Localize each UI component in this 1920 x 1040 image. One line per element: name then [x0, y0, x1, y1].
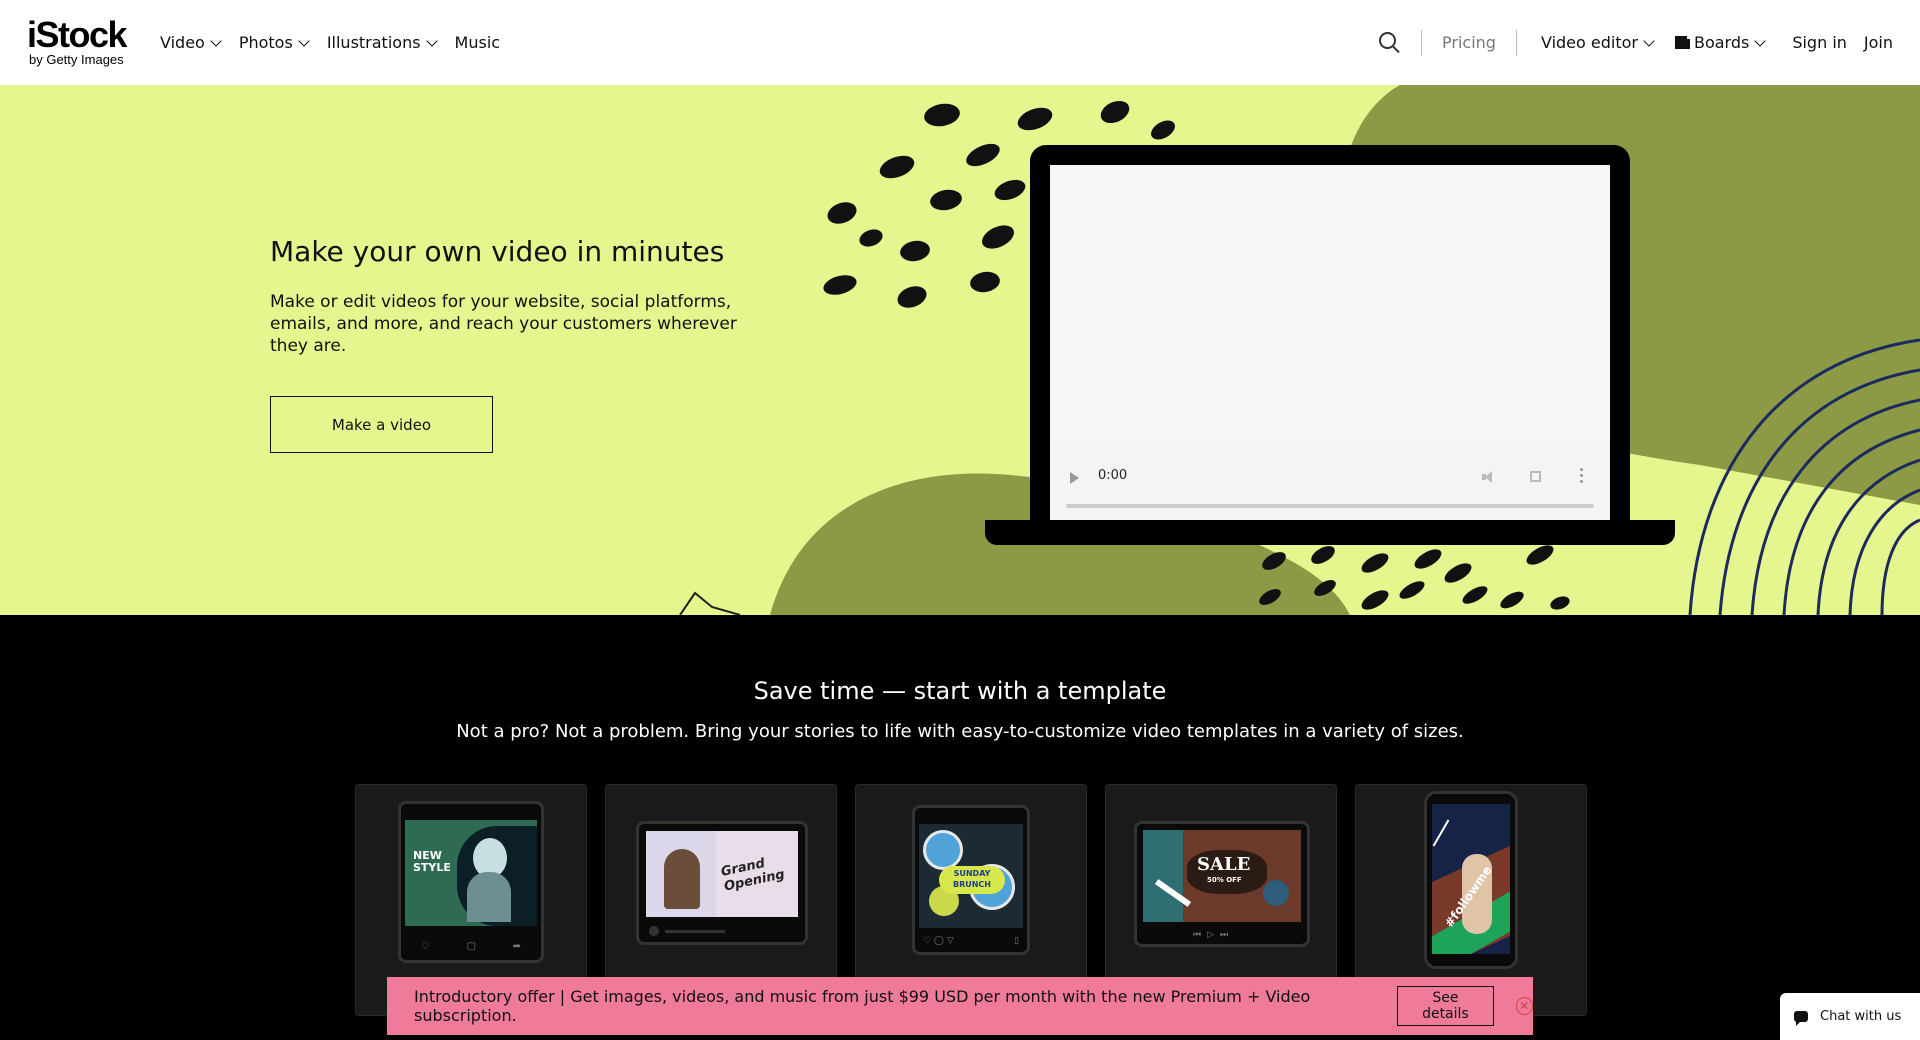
nav-photos-label: Photos	[238, 33, 293, 52]
video-player[interactable]: 0:00	[1050, 165, 1610, 520]
chat-icon	[1794, 1011, 1808, 1026]
template-thumbnail: NEW STYLE	[405, 820, 537, 926]
hero-title: Make your own video in minutes	[270, 235, 725, 268]
boards-icon	[1674, 36, 1690, 49]
share-icon: ➦	[512, 941, 521, 952]
boards-menu[interactable]: Boards	[1674, 33, 1766, 52]
search-icon[interactable]	[1379, 31, 1401, 54]
promo-text: Introductory offer | Get images, videos,…	[414, 987, 1311, 1025]
hero-section: Make your own video in minutes Make or e…	[0, 85, 1920, 615]
secondary-nav: Pricing Video editor Boards Sign in Join	[1379, 0, 1893, 85]
play-icon: ▷	[1207, 930, 1221, 940]
phone-frame: NEW STYLE ♡ ▢ ➦	[398, 801, 544, 963]
nav-video[interactable]: Video	[160, 33, 222, 52]
laptop-illustration: 0:00	[1030, 145, 1630, 535]
site-header: iStock by Getty Images Video Photos Illu…	[0, 0, 1920, 85]
comment-icon: ▢	[466, 941, 477, 952]
video-progress-bar[interactable]	[1066, 504, 1594, 508]
join-link[interactable]: Join	[1864, 33, 1893, 52]
phone-frame: SUNDAY BRUNCH ♡ ◯ ▽ ▯	[912, 805, 1030, 955]
boards-label: Boards	[1693, 33, 1750, 52]
prev-icon: ⏮	[1193, 930, 1208, 940]
sign-in-link[interactable]: Sign in	[1792, 33, 1847, 52]
hero-description: Make or edit videos for your website, so…	[270, 292, 737, 356]
template-subtext: 50% OFF	[1207, 876, 1242, 884]
post-actions: ♡ ◯ ▽ ▯	[923, 936, 1019, 946]
player-controls: ⏮▷⏭	[1193, 930, 1234, 940]
template-thumbnail: Grand Opening	[646, 831, 798, 917]
chat-widget[interactable]: Chat with us	[1780, 993, 1920, 1040]
chevron-down-icon	[1643, 34, 1655, 47]
play-icon[interactable]	[1070, 472, 1079, 484]
like-icon: ♡	[421, 941, 430, 952]
nav-illustrations[interactable]: Illustrations	[326, 33, 438, 52]
laptop-base	[985, 520, 1675, 545]
video-editor-label: Video editor	[1540, 33, 1638, 52]
logo-byline: by Getty Images	[29, 52, 124, 67]
video-time: 0:00	[1098, 468, 1128, 483]
video-controls: 0:00	[1050, 440, 1610, 520]
primary-nav: Video Photos Illustrations Music	[160, 0, 519, 85]
nav-music[interactable]: Music	[455, 33, 501, 52]
make-a-video-button[interactable]: Make a video	[270, 396, 493, 453]
nav-video-label: Video	[160, 33, 205, 52]
istock-logo[interactable]: iStock by Getty Images	[27, 17, 142, 67]
nav-music-label: Music	[454, 33, 501, 52]
volume-icon[interactable]	[1482, 470, 1496, 484]
more-options-icon[interactable]	[1580, 468, 1584, 486]
template-text: NEW STYLE	[413, 849, 451, 874]
chevron-down-icon	[1754, 34, 1766, 47]
see-details-button[interactable]: See details	[1397, 986, 1494, 1026]
tablet-frame: SALE 50% OFF ⏮▷⏭	[1134, 821, 1310, 947]
post-actions: ♡ ▢ ➦	[421, 941, 521, 952]
tablet-frame: Grand Opening	[636, 821, 808, 945]
nav-divider	[1515, 29, 1517, 56]
template-text: SALE	[1197, 854, 1251, 875]
template-text: SUNDAY BRUNCH	[952, 869, 991, 889]
bookmark-icon: ▯	[1014, 936, 1019, 946]
chevron-down-icon	[298, 34, 310, 47]
chat-label: Chat with us	[1820, 1009, 1902, 1024]
nav-divider	[1421, 29, 1423, 56]
phone-frame: #followme	[1424, 791, 1518, 969]
nav-illustrations-label: Illustrations	[326, 33, 421, 52]
logo-wordmark: iStock	[27, 14, 128, 55]
templates-subtitle: Not a pro? Not a problem. Bring your sto…	[456, 721, 1464, 742]
templates-title: Save time — start with a template	[753, 677, 1167, 705]
chevron-down-icon	[210, 34, 222, 47]
fullscreen-icon[interactable]	[1530, 471, 1541, 482]
template-thumbnail: SUNDAY BRUNCH	[919, 824, 1023, 928]
template-thumbnail: SALE 50% OFF	[1143, 830, 1301, 922]
video-editor-menu[interactable]: Video editor	[1540, 33, 1655, 52]
pricing-link[interactable]: Pricing	[1442, 33, 1496, 52]
promo-banner: Introductory offer | Get images, videos,…	[387, 977, 1533, 1035]
next-icon: ⏭	[1220, 930, 1235, 940]
like-icon: ♡ ◯ ▽	[923, 936, 954, 946]
template-thumbnail: #followme	[1432, 804, 1510, 954]
chevron-down-icon	[425, 34, 438, 47]
nav-photos[interactable]: Photos	[238, 33, 310, 52]
close-icon[interactable]: ✕	[1515, 997, 1533, 1015]
